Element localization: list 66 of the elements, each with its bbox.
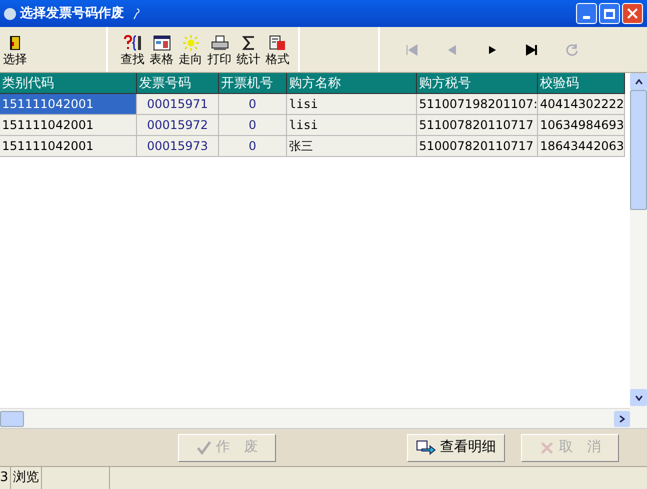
sigma-icon — [242, 34, 256, 50]
toolbar-button[interactable]: 打印 — [205, 34, 234, 64]
table-cell: 00015972 — [137, 115, 219, 136]
column-header[interactable]: 校验码 — [538, 73, 625, 94]
table-cell: 0 — [219, 94, 287, 115]
table-cell: 510007820110717 — [417, 136, 538, 157]
table-cell: 151111042001 — [0, 94, 137, 115]
scroll-down-button[interactable] — [630, 389, 647, 406]
close-icon — [627, 8, 638, 19]
cross-icon — [539, 440, 555, 456]
table-cell: 张三 — [287, 136, 417, 157]
app-icon — [4, 8, 16, 20]
window-arrow-icon — [416, 440, 436, 456]
minimize-button[interactable] — [576, 3, 597, 24]
vertical-scrollbar[interactable] — [630, 73, 647, 428]
scroll-thumb[interactable] — [0, 410, 24, 426]
table-cell: lisi — [287, 94, 417, 115]
column-header[interactable]: 购方名称 — [287, 73, 417, 94]
record-count: 3 — [0, 469, 10, 487]
toolbar-button[interactable]: 表格 — [147, 34, 176, 64]
table-cell: 18643442063 — [538, 136, 625, 157]
chevron-down-icon — [634, 394, 642, 400]
table-cell: 151111042001 — [0, 136, 137, 157]
column-header[interactable]: 发票号码 — [137, 73, 219, 94]
table-cell: 511007820110717 — [417, 115, 538, 136]
checkmark-icon — [196, 440, 212, 456]
search-icon — [122, 34, 142, 50]
select-button[interactable]: 选择 — [0, 27, 30, 72]
table-cell: 0 — [219, 115, 287, 136]
table-cell: lisi — [287, 115, 417, 136]
scroll-right-button[interactable] — [614, 410, 630, 426]
toolbar-button[interactable]: 格式 — [263, 34, 292, 64]
skip-forward-icon — [524, 42, 540, 58]
refresh-icon — [564, 42, 580, 58]
minimize-icon — [583, 16, 590, 19]
table-cell: 00015971 — [137, 94, 219, 115]
toolbar-button[interactable]: 统计 — [234, 34, 263, 64]
chevron-right-icon — [619, 414, 625, 422]
action-button[interactable]: 查看明细 — [407, 434, 505, 462]
table-cell: 511007198201107: — [417, 94, 538, 115]
maximize-button[interactable] — [599, 3, 620, 24]
column-header[interactable]: 类别代码 — [0, 73, 137, 94]
horizontal-scrollbar[interactable] — [0, 408, 630, 428]
maximize-icon — [604, 8, 615, 18]
window-title: 选择发票号码作废 — [20, 4, 124, 23]
key-icon — [132, 8, 140, 20]
sun-icon — [182, 34, 200, 50]
column-header[interactable]: 开票机号 — [219, 73, 287, 94]
toolbar-button[interactable]: 走向 — [176, 34, 205, 64]
printer-icon — [210, 34, 228, 50]
document-icon — [268, 34, 286, 50]
close-button[interactable] — [622, 3, 643, 24]
table-cell: 10634984693 — [538, 115, 625, 136]
table-icon — [152, 34, 170, 50]
column-header[interactable]: 购方税号 — [417, 73, 538, 94]
scroll-thumb[interactable] — [630, 90, 647, 210]
table-cell: 00015973 — [137, 136, 219, 157]
table-cell: 151111042001 — [0, 115, 137, 136]
mode-label: 浏览 — [10, 467, 42, 489]
skip-back-icon — [404, 42, 420, 58]
chevron-up-icon — [634, 78, 642, 84]
door-icon — [9, 34, 21, 50]
scroll-up-button[interactable] — [630, 73, 647, 90]
table-cell: 0 — [219, 136, 287, 157]
table-cell: 40414302222 — [538, 94, 625, 115]
toolbar-button[interactable]: 查找 — [118, 34, 147, 64]
